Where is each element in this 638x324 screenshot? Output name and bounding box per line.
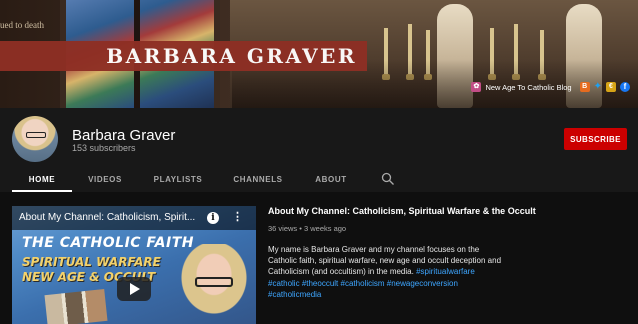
featured-video-player[interactable]: THE CATHOLIC FAITH SPIRITUAL WARFARE NEW… <box>12 206 256 324</box>
twitter-icon[interactable]: ✦ <box>594 82 602 92</box>
thumbnail-line-2: SPIRITUAL WARFARE <box>22 255 161 269</box>
featured-video-meta: About My Channel: Catholicism, Spiritual… <box>268 206 630 300</box>
thumbnail-line-1: THE CATHOLIC FAITH <box>22 235 194 251</box>
link-icon: ✿ <box>471 82 482 92</box>
search-icon[interactable] <box>381 172 395 186</box>
facebook-icon[interactable]: f <box>620 82 630 92</box>
blog-link[interactable]: ✿ New Age To Catholic Blog <box>471 82 572 92</box>
hashtag-link[interactable]: #catholicmedia <box>268 290 321 299</box>
more-vert-icon[interactable]: ⋮ <box>232 210 243 224</box>
tab-videos[interactable]: VIDEOS <box>80 166 130 192</box>
subscribe-button[interactable]: SUBSCRIBE <box>564 128 627 150</box>
blogger-icon[interactable]: B <box>579 82 590 92</box>
channel-tabs: HOME VIDEOS PLAYLISTS CHANNELS ABOUT <box>0 166 638 192</box>
banner-name-strip: BARBARA GRAVER <box>0 41 367 71</box>
info-icon[interactable]: i <box>207 212 219 224</box>
glasses-image <box>195 277 233 287</box>
banner-note: ued to death <box>0 20 44 30</box>
tab-home[interactable]: HOME <box>12 166 72 192</box>
coin-icon[interactable]: € <box>606 82 616 92</box>
channel-header: Barbara Graver 153 subscribers SUBSCRIBE… <box>0 108 638 192</box>
home-content: THE CATHOLIC FAITH SPIRITUAL WARFARE NEW… <box>0 192 638 324</box>
hashtag-link[interactable]: #spiritualwarfare <box>416 267 475 276</box>
tab-playlists[interactable]: PLAYLISTS <box>146 166 210 192</box>
video-title[interactable]: About My Channel: Catholicism, Spiritual… <box>268 206 630 216</box>
video-stats: 36 views • 3 weeks ago <box>268 224 347 233</box>
video-description: My name is Barbara Graver and my channel… <box>268 244 508 300</box>
hashtag-link[interactable]: #catholic <box>268 279 300 288</box>
hashtag-link[interactable]: #theoccult <box>302 279 338 288</box>
thumbnail-line-3: NEW AGE & OCCULT <box>22 270 156 284</box>
hashtag-link[interactable]: #catholicism <box>341 279 385 288</box>
hashtag-link[interactable]: #newageconversion <box>387 279 458 288</box>
tab-channels[interactable]: CHANNELS <box>226 166 290 192</box>
channel-banner: ued to death BARBARA GRAVER ✿ New Age To… <box>0 0 638 108</box>
banner-links: ✿ New Age To Catholic Blog B ✦ € f <box>471 80 630 94</box>
blog-link-label: New Age To Catholic Blog <box>485 82 572 92</box>
channel-title: Barbara Graver <box>72 127 176 144</box>
photo-collage <box>44 288 108 324</box>
banner-channel-name: BARBARA GRAVER <box>106 44 357 68</box>
tab-about[interactable]: ABOUT <box>306 166 356 192</box>
player-title[interactable]: About My Channel: Catholicism, Spirit... <box>19 212 199 223</box>
play-button[interactable] <box>117 277 151 301</box>
subscriber-count: 153 subscribers <box>72 143 136 153</box>
avatar[interactable] <box>12 116 58 162</box>
